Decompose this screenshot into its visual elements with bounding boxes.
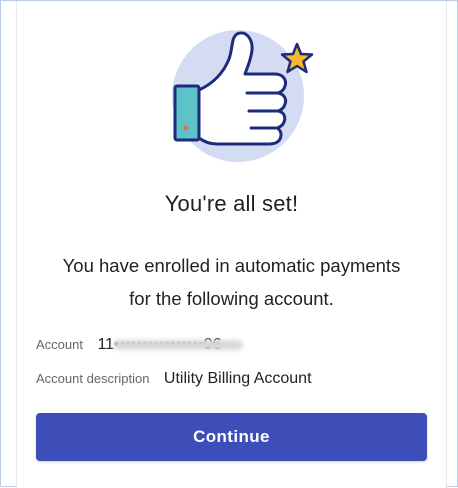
dialog-frame: You're all set! You have enrolled in aut… (0, 0, 458, 488)
account-description-label: Account description (36, 371, 150, 386)
confirmation-card: You're all set! You have enrolled in aut… (16, 1, 447, 488)
account-row: Account 11••••••••••••••••06 (36, 336, 244, 354)
account-description-value: Utility Billing Account (163, 370, 312, 387)
redaction-blur (113, 340, 244, 350)
confirmation-title: You're all set! (164, 191, 299, 216)
thumbs-up-icon (172, 30, 304, 162)
thumbs-up-illustration (157, 4, 327, 174)
account-label: Account (36, 337, 83, 352)
account-number: 11••••••••••••••••06 (97, 336, 244, 354)
continue-button[interactable]: Continue (36, 413, 427, 461)
confirmation-message: You have enrolled in automatic payments … (62, 255, 401, 309)
star-icon (280, 42, 314, 74)
account-description-row: Account description Utility Billing Acco… (36, 370, 312, 388)
